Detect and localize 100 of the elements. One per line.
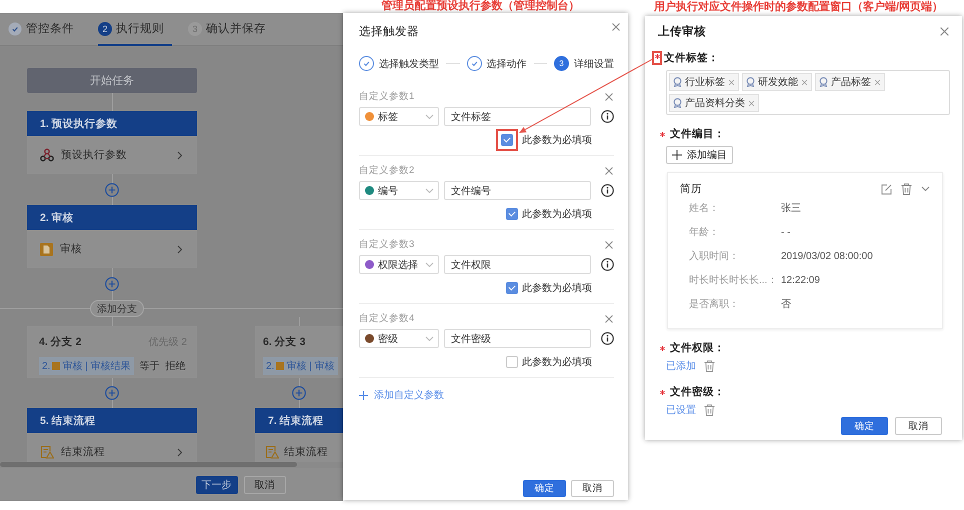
add-node-icon[interactable] bbox=[105, 277, 119, 291]
chevron-down-icon bbox=[425, 336, 434, 342]
checkbox[interactable] bbox=[501, 134, 513, 146]
step-tab[interactable]: 管控条件 bbox=[8, 13, 82, 46]
add-branch-button[interactable]: 添加分支 bbox=[90, 300, 144, 317]
dialog-title: 上传审核 bbox=[658, 24, 706, 39]
text-field[interactable]: 文件权限 bbox=[444, 255, 591, 274]
trash-icon[interactable] bbox=[901, 183, 912, 195]
text-field[interactable]: 文件密级 bbox=[444, 329, 591, 348]
field-label: 文件权限： bbox=[670, 341, 725, 355]
type-select[interactable]: 标签 bbox=[359, 107, 439, 126]
node-item[interactable]: 预设执行参数 bbox=[27, 136, 197, 174]
field-value: 张三 bbox=[781, 202, 801, 215]
info-icon[interactable] bbox=[601, 258, 614, 271]
node-item[interactable]: 结束流程 bbox=[27, 433, 197, 462]
chevron-down-icon bbox=[425, 188, 434, 194]
node-header: 5. 结束流程 bbox=[27, 408, 197, 433]
field-label: 文件密级： bbox=[670, 385, 725, 399]
start-node: 开始任务 bbox=[27, 68, 197, 93]
field-label: 文件标签： bbox=[664, 51, 719, 65]
tag-chip: 产品标签 bbox=[815, 73, 885, 91]
type-select[interactable]: 编号 bbox=[359, 181, 439, 200]
chevron-right-icon bbox=[177, 448, 183, 456]
add-node-icon[interactable] bbox=[105, 182, 119, 196]
add-node-icon[interactable] bbox=[292, 386, 306, 400]
step-tab[interactable]: 2 执行规则 bbox=[98, 13, 172, 46]
add-catalog-button[interactable]: 添加编目 bbox=[666, 146, 733, 164]
checkbox-label: 此参数为必填项 bbox=[522, 356, 592, 369]
confirm-button[interactable]: 确定 bbox=[523, 480, 566, 497]
cancel-button[interactable]: 取消 bbox=[895, 417, 942, 435]
remove-icon[interactable] bbox=[728, 78, 735, 86]
cancel-button[interactable]: 取消 bbox=[244, 476, 286, 494]
node-header: 7. 结束流程 bbox=[255, 408, 343, 433]
remove-icon[interactable] bbox=[801, 78, 808, 86]
chevron-down-icon bbox=[425, 114, 434, 120]
close-icon[interactable] bbox=[939, 26, 950, 37]
remove-icon[interactable] bbox=[874, 78, 881, 86]
info-icon[interactable] bbox=[601, 184, 614, 197]
tag-chip: 产品资料分类 bbox=[669, 94, 759, 112]
trash-icon[interactable] bbox=[704, 360, 715, 372]
branch-card[interactable]: 6. 分支 3 2. 审核 | 审核 bbox=[255, 326, 343, 378]
remove-icon[interactable] bbox=[604, 92, 614, 102]
type-select[interactable]: 密级 bbox=[359, 329, 439, 348]
field-value: 否 bbox=[781, 298, 791, 311]
tag-chip: 研发效能 bbox=[742, 73, 812, 91]
checkbox-label: 此参数为必填项 bbox=[522, 208, 592, 221]
tag-chip: 行业标签 bbox=[669, 73, 739, 91]
node-item[interactable]: 审核 bbox=[27, 230, 197, 268]
badge-icon bbox=[673, 98, 682, 108]
info-icon[interactable] bbox=[601, 332, 614, 345]
text-field[interactable]: 文件编号 bbox=[444, 181, 591, 200]
remove-icon[interactable] bbox=[604, 166, 614, 176]
param-label: 自定义参数4 bbox=[359, 312, 414, 325]
scrollbar[interactable] bbox=[0, 462, 297, 467]
add-param-link[interactable]: 添加自定义参数 bbox=[359, 388, 444, 402]
field-label: 年龄： bbox=[689, 226, 720, 239]
edit-icon[interactable] bbox=[881, 184, 892, 194]
chevron-right-icon bbox=[177, 150, 183, 160]
confirm-button[interactable]: 确定 bbox=[841, 417, 888, 435]
condition-value: 拒绝 bbox=[166, 360, 186, 373]
node-item[interactable]: 结束流程 bbox=[255, 433, 343, 462]
field-value: 12:22:09 bbox=[781, 274, 820, 286]
checkbox[interactable] bbox=[506, 208, 518, 220]
field-label: 姓名： bbox=[689, 202, 720, 215]
remove-icon[interactable] bbox=[748, 100, 755, 106]
text-field[interactable]: 文件标签 bbox=[444, 107, 591, 126]
status-link[interactable]: 已添加 bbox=[666, 359, 696, 373]
document-icon bbox=[40, 242, 53, 256]
info-icon[interactable] bbox=[601, 110, 614, 123]
add-node-icon[interactable] bbox=[105, 386, 119, 400]
checkbox[interactable] bbox=[506, 356, 518, 368]
status-link[interactable]: 已设置 bbox=[666, 403, 696, 417]
remove-icon[interactable] bbox=[604, 314, 614, 324]
badge-icon bbox=[673, 77, 682, 87]
node-header: 1. 预设执行参数 bbox=[27, 111, 197, 136]
close-icon[interactable] bbox=[611, 22, 621, 32]
step-label: 选择触发类型 bbox=[379, 58, 439, 70]
remove-icon[interactable] bbox=[604, 240, 614, 250]
next-button[interactable]: 下一步 bbox=[196, 476, 238, 494]
tag-field[interactable]: 行业标签 研发效能 产品标签 产品资料分类 bbox=[666, 70, 950, 115]
dialog-title: 选择触发器 bbox=[359, 24, 419, 39]
field-label: 是否离职： bbox=[689, 298, 740, 311]
cancel-button[interactable]: 取消 bbox=[571, 480, 614, 497]
condition-operator: 等于 bbox=[140, 360, 160, 373]
field-label: 时长时长时长长...： bbox=[689, 274, 778, 287]
field-label: 入职时间： bbox=[689, 250, 740, 263]
type-select[interactable]: 权限选择 bbox=[359, 255, 439, 274]
annotation-caption: 用户执行对应文件操作时的参数配置窗口（客户端/网页端） bbox=[652, 0, 944, 15]
field-label: 文件编目： bbox=[670, 127, 725, 141]
badge-icon bbox=[819, 77, 828, 87]
checkbox-label: 此参数为必填项 bbox=[522, 134, 592, 147]
badge-icon bbox=[746, 77, 755, 87]
step-number: 2 bbox=[98, 22, 112, 36]
param-label: 自定义参数3 bbox=[359, 238, 414, 251]
step-label: 详细设置 bbox=[574, 58, 614, 70]
trash-icon[interactable] bbox=[704, 404, 715, 416]
plus-icon bbox=[672, 150, 682, 160]
checkbox[interactable] bbox=[506, 282, 518, 294]
node-header: 2. 审核 bbox=[27, 205, 197, 230]
chevron-down-icon[interactable] bbox=[921, 186, 930, 192]
